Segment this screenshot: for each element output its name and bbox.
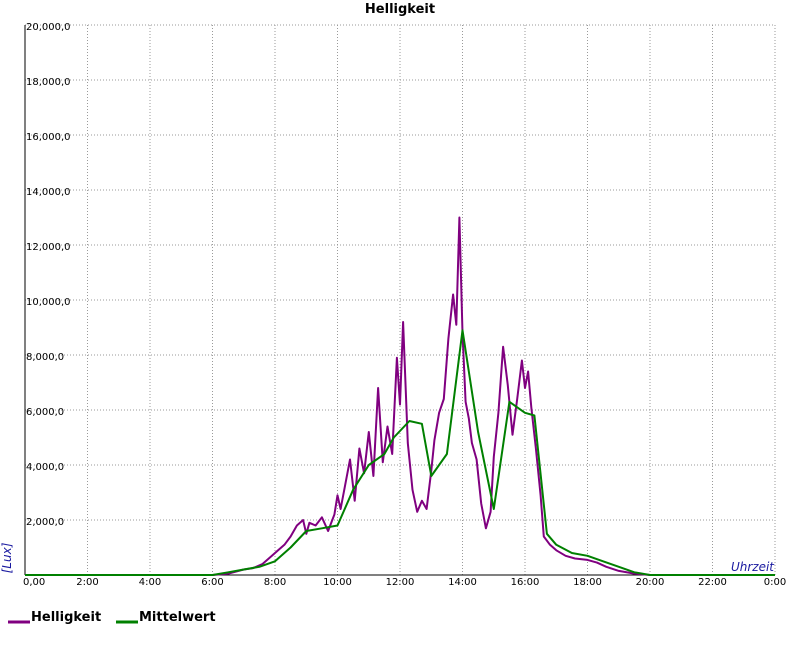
y-axis-label: [Lux] xyxy=(0,542,14,573)
chart-title: Helligkeit xyxy=(365,2,435,17)
legend: Helligkeit Mittelwert xyxy=(8,610,216,625)
y-tick-label: 6,000,0 xyxy=(26,407,64,418)
x-tick-label: 16:00 xyxy=(511,577,540,588)
legend-label-mittelwert: Mittelwert xyxy=(139,610,216,625)
x-tick-label: 20:00 xyxy=(636,577,665,588)
chart: Helligkeit 2,000,0 4,000,0 6,000,0 8,000,0 1… xyxy=(0,2,786,625)
x-tick-label: 0,00 xyxy=(23,577,45,588)
x-tick-label: 12:00 xyxy=(386,577,415,588)
x-tick-label: 0:00 xyxy=(764,577,786,588)
y-tick-label: 14,000,0 xyxy=(26,187,71,198)
x-axis-label: Uhrzeit xyxy=(731,560,775,574)
y-tick-label: 4,000,0 xyxy=(26,462,64,473)
x-tick-label: 8:00 xyxy=(264,577,286,588)
y-tick-label: 18,000,0 xyxy=(26,77,71,88)
x-tick-label: 22:00 xyxy=(698,577,727,588)
x-tick-label: 6:00 xyxy=(201,577,223,588)
x-tick-label: 18:00 xyxy=(573,577,602,588)
y-tick-labels: 2,000,0 4,000,0 6,000,0 8,000,0 10,000,0 12,0… xyxy=(26,22,71,528)
y-tick-label: 12,000,0 xyxy=(26,242,71,253)
y-tick-label: 10,000,0 xyxy=(26,297,71,308)
y-tick-label: 2,000,0 xyxy=(26,517,64,528)
x-tick-label: 14:00 xyxy=(448,577,477,588)
y-tick-label: 16,000,0 xyxy=(26,132,71,143)
x-tick-label: 4:00 xyxy=(139,577,161,588)
x-tick-labels: 0,00 2:00 4:00 6:00 8:00 10:00 12:00 14:00 16:00… xyxy=(23,577,786,588)
y-tick-label: 20,000,0 xyxy=(26,22,71,33)
grid xyxy=(25,24,776,575)
legend-label-helligkeit: Helligkeit xyxy=(31,610,101,625)
x-tick-label: 10:00 xyxy=(323,577,352,588)
x-tick-label: 2:00 xyxy=(76,577,98,588)
y-tick-label: 8,000,0 xyxy=(26,352,64,363)
